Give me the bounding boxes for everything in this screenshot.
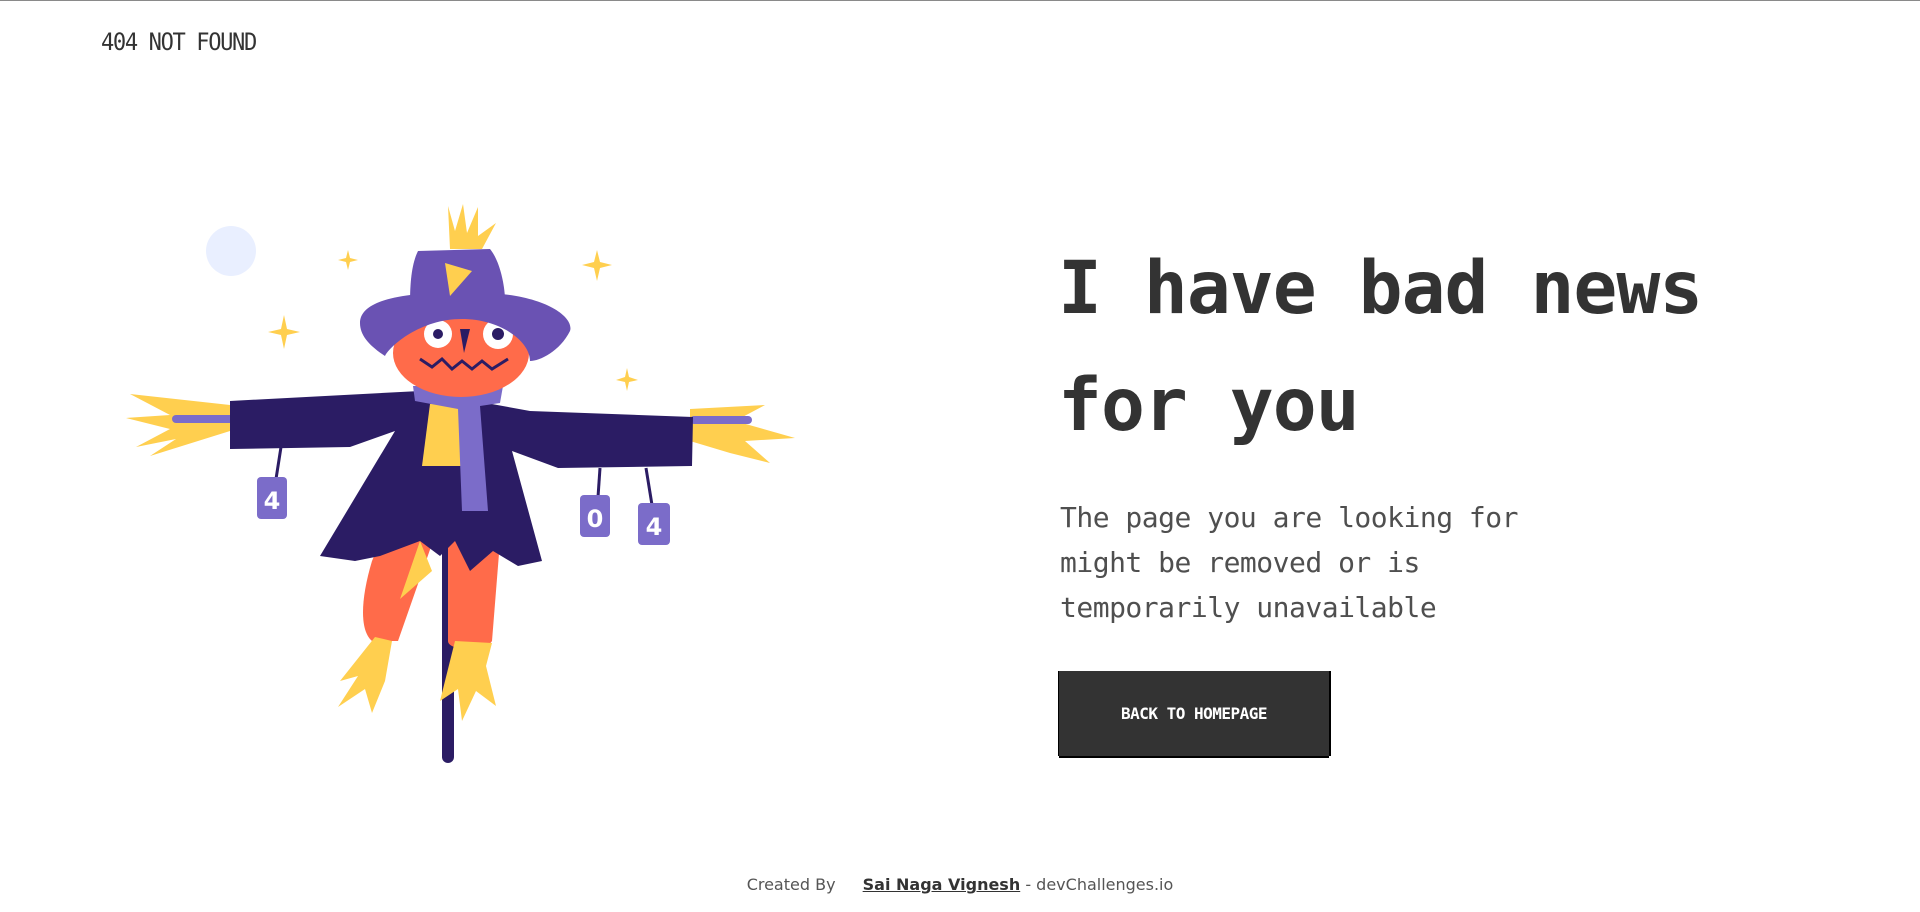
sparkle-icon bbox=[338, 250, 358, 270]
author-link[interactable]: Sai Naga Vignesh bbox=[863, 875, 1021, 894]
back-to-homepage-button[interactable]: BACK TO HOMEPAGE bbox=[1059, 671, 1329, 756]
moon-shape bbox=[206, 226, 256, 276]
arm-stick-right bbox=[690, 416, 752, 424]
footer-suffix: - devChallenges.io bbox=[1025, 875, 1174, 894]
can-label-2: 0 bbox=[587, 505, 604, 533]
error-message: The page you are looking for might be re… bbox=[1060, 501, 1519, 624]
sparkle-icon bbox=[582, 250, 612, 281]
sparkle-icon bbox=[268, 315, 300, 349]
brand-logo-text: 404 NOT FOUND bbox=[101, 28, 257, 56]
can-label-3: 4 bbox=[646, 513, 663, 541]
can-label-1: 4 bbox=[264, 487, 281, 515]
sparkle-icon bbox=[616, 368, 638, 391]
straw-foot-left bbox=[338, 637, 392, 713]
footer-prefix: Created By bbox=[746, 875, 836, 894]
footer: Created By Sai Naga Vignesh - devChallen… bbox=[0, 875, 1920, 894]
straw-right bbox=[690, 405, 795, 463]
hat-straw bbox=[448, 204, 496, 249]
page-headline: I have bad news for you bbox=[1058, 246, 1703, 448]
scarecrow-illustration: 4 0 4 bbox=[126, 204, 795, 763]
straw-left bbox=[126, 394, 230, 456]
